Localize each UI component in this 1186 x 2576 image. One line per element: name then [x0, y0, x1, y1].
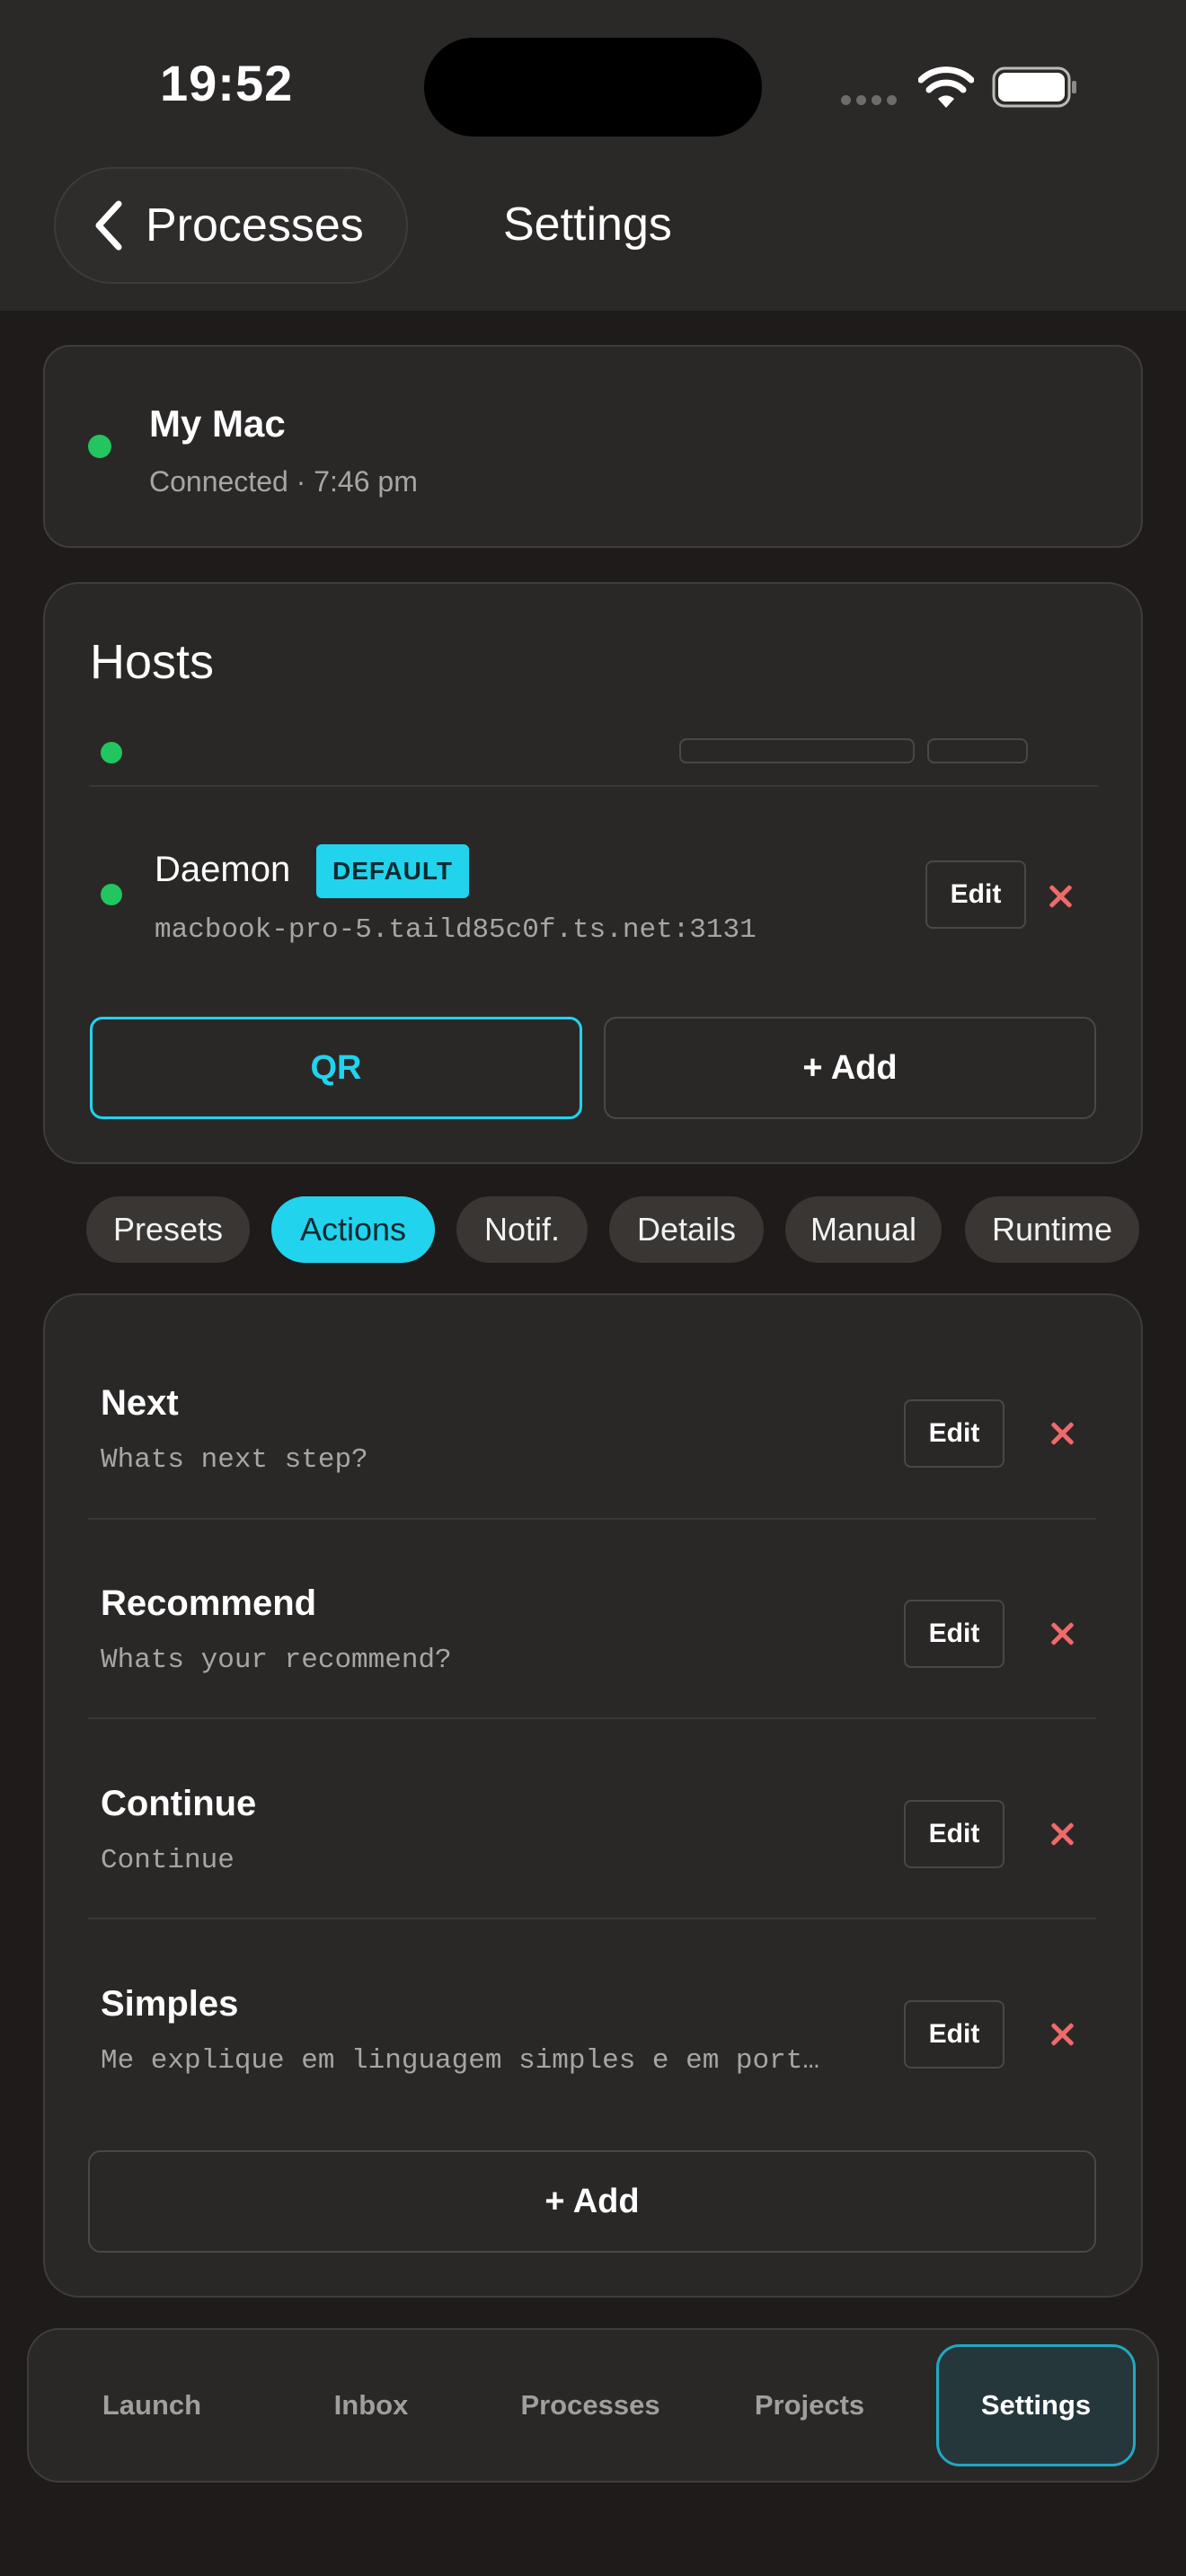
add-action-button[interactable]: + Add — [88, 2150, 1096, 2253]
nav-settings[interactable]: Settings — [936, 2344, 1136, 2466]
action-title: Recommend — [101, 1584, 317, 1623]
action-delete-icon[interactable] — [1044, 2016, 1080, 2052]
host-name: Daemon — [155, 850, 291, 889]
dynamic-island — [424, 38, 762, 137]
action-prompt: Me explique em linguagem simples e em po… — [101, 2045, 819, 2077]
action-item: Next Whats next step? Edit — [88, 1347, 1096, 1547]
action-edit-button[interactable]: Edit — [904, 1600, 1005, 1668]
add-host-button[interactable]: + Add — [604, 1017, 1096, 1119]
hosts-title: Hosts — [90, 635, 215, 689]
tab-actions[interactable]: Actions — [271, 1196, 435, 1263]
action-title: Next — [101, 1383, 179, 1423]
host-loading-placeholder-small — [927, 738, 1028, 763]
action-delete-icon[interactable] — [1044, 1416, 1080, 1451]
tab-notif[interactable]: Notif. — [456, 1196, 588, 1263]
host-address: macbook-pro-5.taild85c0f.ts.net:3131 — [155, 914, 757, 946]
host-delete-icon[interactable] — [1042, 878, 1078, 914]
action-prompt: Continue — [101, 1845, 235, 1876]
host-loading-status-dot — [101, 742, 122, 763]
action-item: Simples Me explique em linguagem simples… — [88, 1948, 1096, 2148]
action-edit-button[interactable]: Edit — [904, 1800, 1005, 1868]
action-divider — [88, 1918, 1096, 1919]
host-status-dot — [101, 884, 122, 905]
nav-projects[interactable]: Projects — [708, 2344, 911, 2466]
host-edit-button[interactable]: Edit — [925, 860, 1026, 929]
connection-status: Connected · 7:46 pm — [149, 465, 418, 498]
action-delete-icon[interactable] — [1044, 1616, 1080, 1652]
qr-button[interactable]: QR — [90, 1017, 582, 1119]
action-divider — [88, 1717, 1096, 1719]
status-time: 19:52 — [160, 55, 294, 111]
chevron-left-icon — [95, 200, 122, 251]
host-loading-placeholder — [679, 738, 915, 763]
connection-name: My Mac — [149, 402, 286, 445]
action-divider — [88, 1518, 1096, 1520]
action-title: Continue — [101, 1784, 257, 1823]
nav-inbox[interactable]: Inbox — [270, 2344, 473, 2466]
page-title: Settings — [503, 198, 672, 251]
bottom-nav: Launch Inbox Processes Projects Settings — [27, 2328, 1159, 2483]
battery-icon — [992, 66, 1076, 108]
action-prompt: Whats your recommend? — [101, 1645, 452, 1676]
action-edit-button[interactable]: Edit — [904, 2000, 1005, 2069]
tab-details[interactable]: Details — [609, 1196, 764, 1263]
wifi-icon — [918, 66, 974, 108]
default-badge: DEFAULT — [316, 844, 470, 898]
action-edit-button[interactable]: Edit — [904, 1399, 1005, 1468]
tab-presets[interactable]: Presets — [86, 1196, 250, 1263]
tab-manual[interactable]: Manual — [785, 1196, 942, 1263]
nav-processes[interactable]: Processes — [489, 2344, 692, 2466]
action-prompt: Whats next step? — [101, 1444, 368, 1476]
connection-card: My Mac Connected · 7:46 pm — [43, 345, 1143, 548]
tab-runtime[interactable]: Runtime — [965, 1196, 1139, 1263]
host-divider — [90, 785, 1098, 787]
back-button-label: Processes — [146, 199, 364, 251]
action-title: Simples — [101, 1984, 239, 2024]
connection-status-dot — [88, 435, 111, 458]
action-delete-icon[interactable] — [1044, 1816, 1080, 1852]
nav-launch[interactable]: Launch — [50, 2344, 253, 2466]
cellular-signal-icon — [841, 93, 902, 106]
back-button[interactable]: Processes — [54, 167, 408, 284]
hosts-card: Hosts Daemon DEFAULT macbook-pro-5.taild… — [43, 582, 1143, 1164]
